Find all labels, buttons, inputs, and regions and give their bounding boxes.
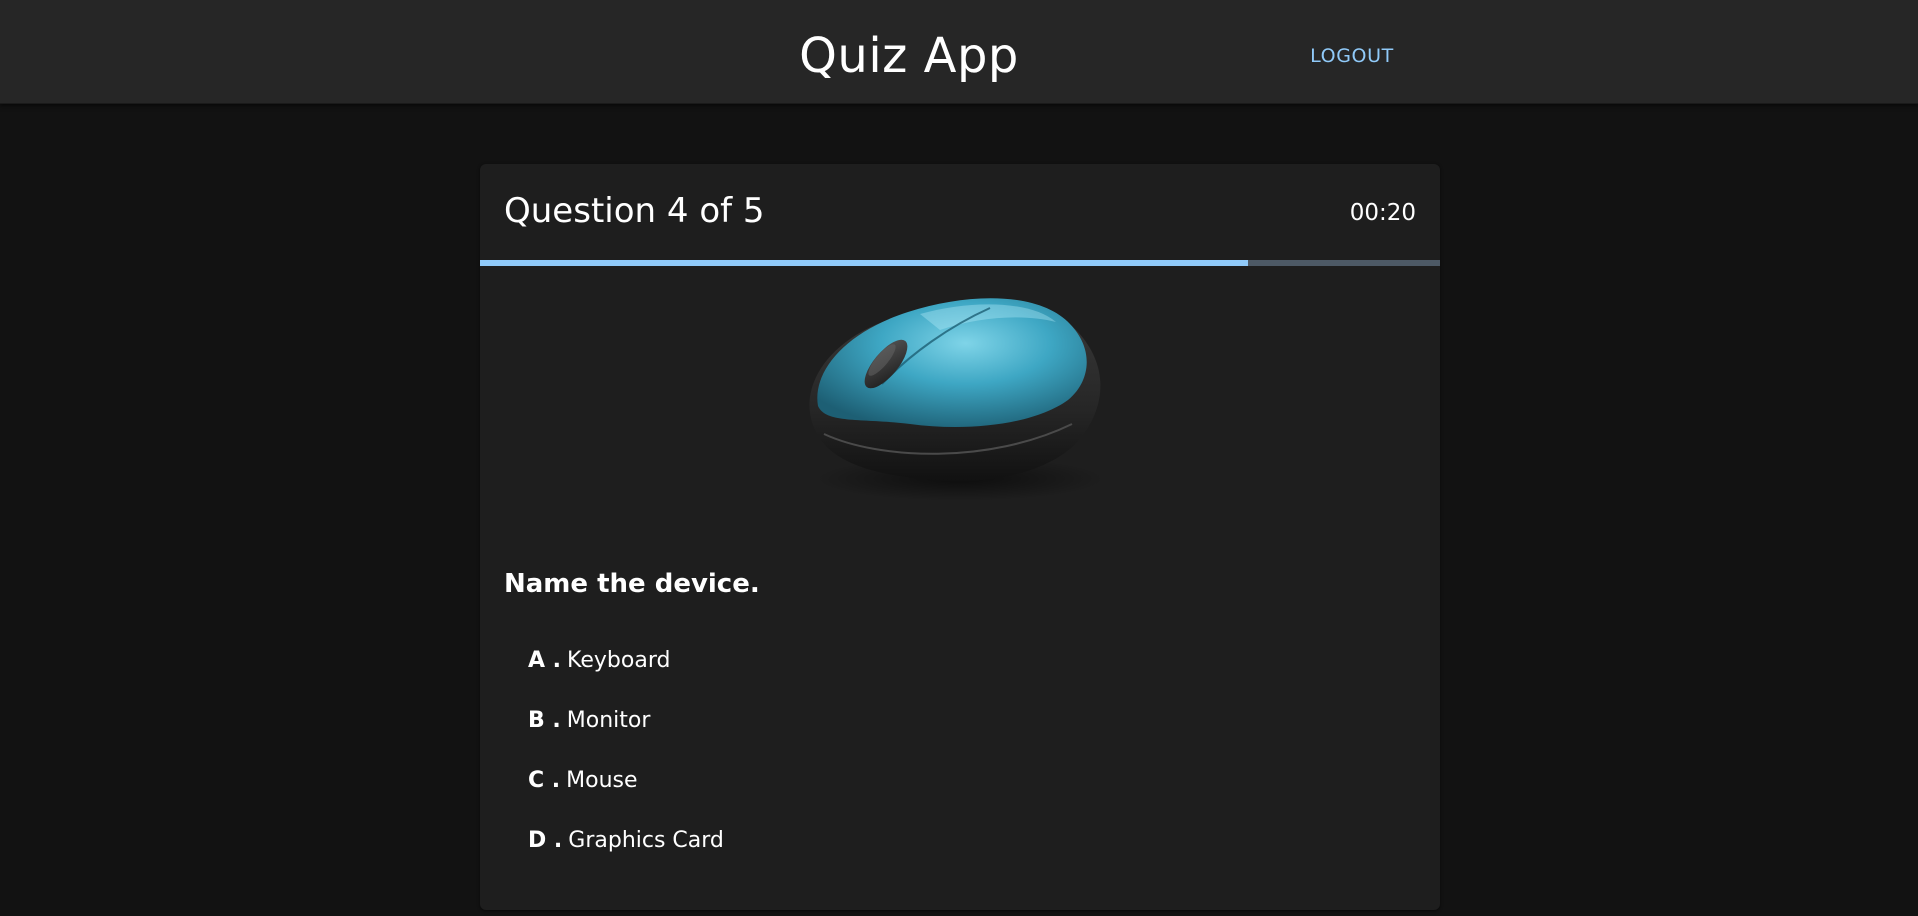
answer-option-d[interactable]: D . Graphics Card xyxy=(528,810,724,870)
option-label: Mouse xyxy=(566,767,638,793)
option-letter: C . xyxy=(528,767,561,793)
answer-option-a[interactable]: A . Keyboard xyxy=(528,630,724,690)
quiz-progress-bar xyxy=(480,260,1440,266)
quiz-progress-fill xyxy=(480,260,1248,266)
countdown-timer: 00:20 xyxy=(1349,200,1416,226)
app-title: Quiz App xyxy=(799,28,1019,84)
option-letter: D . xyxy=(528,827,563,853)
option-label: Keyboard xyxy=(567,647,671,673)
question-card-header: Question 4 of 5 00:20 xyxy=(480,164,1440,260)
option-label: Graphics Card xyxy=(568,827,724,853)
logout-button[interactable]: LOGOUT xyxy=(1300,38,1404,74)
option-letter: B . xyxy=(528,707,561,733)
option-letter: A . xyxy=(528,647,562,673)
question-counter: Question 4 of 5 xyxy=(504,191,765,231)
answer-option-b[interactable]: B . Monitor xyxy=(528,690,724,750)
option-label: Monitor xyxy=(566,707,651,733)
answer-option-c[interactable]: C . Mouse xyxy=(528,750,724,810)
question-card: Question 4 of 5 00:20 Name the device. A… xyxy=(480,164,1440,910)
question-text: Name the device. xyxy=(504,569,760,599)
answer-options-list: A . Keyboard B . Monitor C . Mouse D . G… xyxy=(528,630,724,870)
computer-mouse-icon xyxy=(809,298,1105,501)
computer-mouse-image xyxy=(790,274,1120,514)
app-bar: Quiz App LOGOUT xyxy=(0,0,1918,104)
